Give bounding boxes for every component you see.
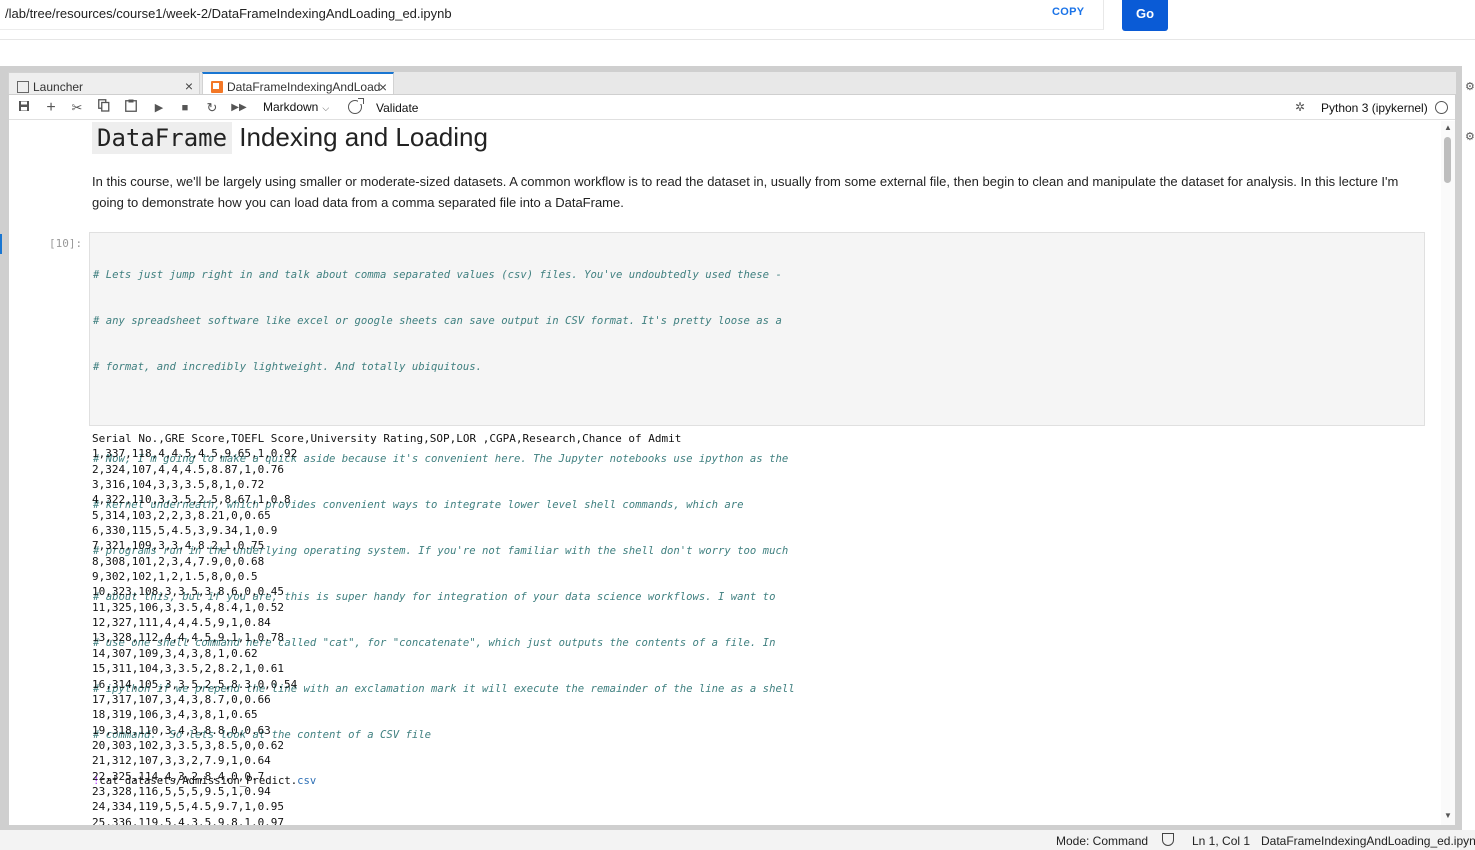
- execution-prompt: [10]:: [49, 237, 83, 250]
- output-line: 18,319,106,3,4,3,8,1,0.65: [92, 708, 258, 722]
- restart-run-all-icon[interactable]: ▶▶: [230, 99, 248, 117]
- lab-frame: Launcher × DataFrameIndexingAndLoad × + …: [0, 66, 1462, 830]
- title-code: DataFrame: [92, 122, 233, 154]
- url-bar: /lab/tree/resources/course1/week-2/DataF…: [0, 0, 1475, 40]
- output-line: 14,307,109,3,4,3,8,1,0.62: [92, 646, 258, 660]
- output-line: 16,314,105,3,3.5,2.5,8.3,0,0.54: [92, 677, 298, 691]
- output-line: 21,312,107,3,3,2,7.9,1,0.64: [92, 754, 271, 768]
- output-line: 19,318,110,3,4,3,8.8,0,0.63: [92, 723, 271, 737]
- cell-output: Serial No.,GRE Score,TOEFL Score,Univers…: [92, 431, 681, 825]
- intro-paragraph: In this course, we'll be largely using s…: [92, 174, 1399, 210]
- notebook-icon: [211, 81, 223, 93]
- output-line: 13,328,112,4,4,4.5,9.1,1,0.78: [92, 631, 285, 645]
- restart-icon[interactable]: ↻: [203, 99, 221, 117]
- output-line: 9,302,102,1,2,1.5,8,0,0.5: [92, 570, 258, 584]
- paste-icon[interactable]: [122, 99, 140, 117]
- cut-icon[interactable]: ✂: [68, 99, 86, 117]
- copy-button[interactable]: COPY: [1052, 6, 1084, 18]
- output-line: 6,330,115,5,4.5,3,9.34,1,0.9: [92, 524, 278, 538]
- code-comment-line: # any spreadsheet software like excel or…: [93, 314, 782, 327]
- page-title: DataFrame Indexing and Loading: [92, 122, 488, 154]
- go-button[interactable]: Go: [1122, 0, 1168, 31]
- validate-button[interactable]: Validate: [376, 101, 418, 115]
- bug-icon[interactable]: ✲: [1295, 100, 1305, 114]
- launcher-icon: [17, 80, 29, 93]
- tab-launcher-label: Launcher: [33, 79, 84, 94]
- code-comment-line: # Lets just jump right in and talk about…: [93, 268, 782, 281]
- side-panel-icon[interactable]: ⚙: [1465, 130, 1475, 143]
- output-line: 20,303,102,3,3.5,3,8.5,0,0.62: [92, 738, 285, 752]
- scroll-up-icon[interactable]: ▲: [1444, 123, 1452, 132]
- tab-notebook-label: DataFrameIndexingAndLoad: [227, 80, 381, 94]
- output-line: 8,308,101,2,3,4,7.9,0,0.68: [92, 554, 265, 568]
- mode-indicator[interactable]: Mode: Command: [1056, 834, 1148, 848]
- copy-icon[interactable]: [95, 99, 113, 117]
- url-text[interactable]: /lab/tree/resources/course1/week-2/DataF…: [5, 6, 452, 21]
- notebook-toolbar: + ✂ ▶ ■ ↻ ▶▶ Markdown ⌵ Validate ✲ Python…: [9, 95, 1455, 120]
- output-line: 1,337,118,4,4.5,4.5,9.65,1,0.92: [92, 447, 298, 461]
- output-line: 12,327,111,4,4,4.5,9,1,0.84: [92, 616, 271, 630]
- scroll-thumb[interactable]: [1444, 137, 1451, 183]
- kernel-status-icon: [1435, 101, 1448, 114]
- file-name: DataFrameIndexingAndLoading_ed.ipynb: [1261, 834, 1475, 848]
- output-line: 10,323,108,3,3.5,3,8.6,0,0.45: [92, 585, 285, 599]
- code-cell-editor[interactable]: # Lets just jump right in and talk about…: [89, 232, 1425, 787]
- status-bar: Mode: Command Ln 1, Col 1 DataFrameIndex…: [0, 830, 1475, 850]
- output-line: 22,325,114,4,3,2,8.4,0,0.7: [92, 769, 265, 783]
- scroll-down-icon[interactable]: ▼: [1444, 811, 1452, 820]
- add-cell-icon[interactable]: +: [42, 99, 60, 117]
- side-panel-icon[interactable]: ⚙: [1465, 80, 1475, 93]
- close-icon[interactable]: ×: [185, 78, 193, 94]
- close-icon[interactable]: ×: [379, 79, 387, 95]
- output-line: 17,317,107,3,4,3,8.7,0,0.66: [92, 692, 271, 706]
- chevron-down-icon: ⌵: [322, 103, 330, 113]
- run-icon[interactable]: ▶: [150, 99, 168, 117]
- output-line: 23,328,116,5,5,5,9.5,1,0.94: [92, 784, 271, 798]
- cursor-position[interactable]: Ln 1, Col 1: [1192, 834, 1250, 848]
- output-line: 24,334,119,5,5,4.5,9.7,1,0.95: [92, 800, 285, 814]
- validate-icon[interactable]: [348, 98, 364, 114]
- notebook-panel: + ✂ ▶ ■ ↻ ▶▶ Markdown ⌵ Validate ✲ Python…: [8, 94, 1456, 826]
- active-indicator: [0, 234, 2, 254]
- url-field[interactable]: /lab/tree/resources/course1/week-2/DataF…: [0, 0, 1104, 30]
- code-comment-line: # format, and incredibly lightweight. An…: [93, 360, 483, 373]
- title-text: Indexing and Loading: [232, 122, 488, 152]
- cell-type-select[interactable]: Markdown ⌵: [263, 100, 329, 114]
- stop-icon[interactable]: ■: [176, 99, 194, 117]
- notebook-cells: DataFrame Indexing and Loading In this c…: [9, 121, 1441, 825]
- output-line: 4,322,110,3,3.5,2.5,8.67,1,0.8: [92, 493, 291, 507]
- save-icon[interactable]: [15, 99, 33, 117]
- output-line: 2,324,107,4,4,4.5,8.87,1,0.76: [92, 462, 285, 476]
- cell-type-label: Markdown: [263, 100, 319, 114]
- output-line: 7,321,109,3,3,4,8.2,1,0.75: [92, 539, 265, 553]
- shield-icon[interactable]: [1162, 833, 1174, 846]
- scrollbar[interactable]: ▲ ▼: [1441, 121, 1455, 825]
- output-line: 5,314,103,2,2,3,8.21,0,0.65: [92, 508, 271, 522]
- output-line: Serial No.,GRE Score,TOEFL Score,Univers…: [92, 432, 682, 445]
- output-line: 25,336,119,5,4,3.5,9.8,1,0.97: [92, 815, 285, 825]
- kernel-name[interactable]: Python 3 (ipykernel): [1321, 101, 1428, 115]
- output-line: 15,311,104,3,3.5,2,8.2,1,0.61: [92, 662, 285, 676]
- output-line: 3,316,104,3,3,3.5,8,1,0.72: [92, 478, 265, 492]
- output-line: 11,325,106,3,3.5,4,8.4,1,0.52: [92, 600, 285, 614]
